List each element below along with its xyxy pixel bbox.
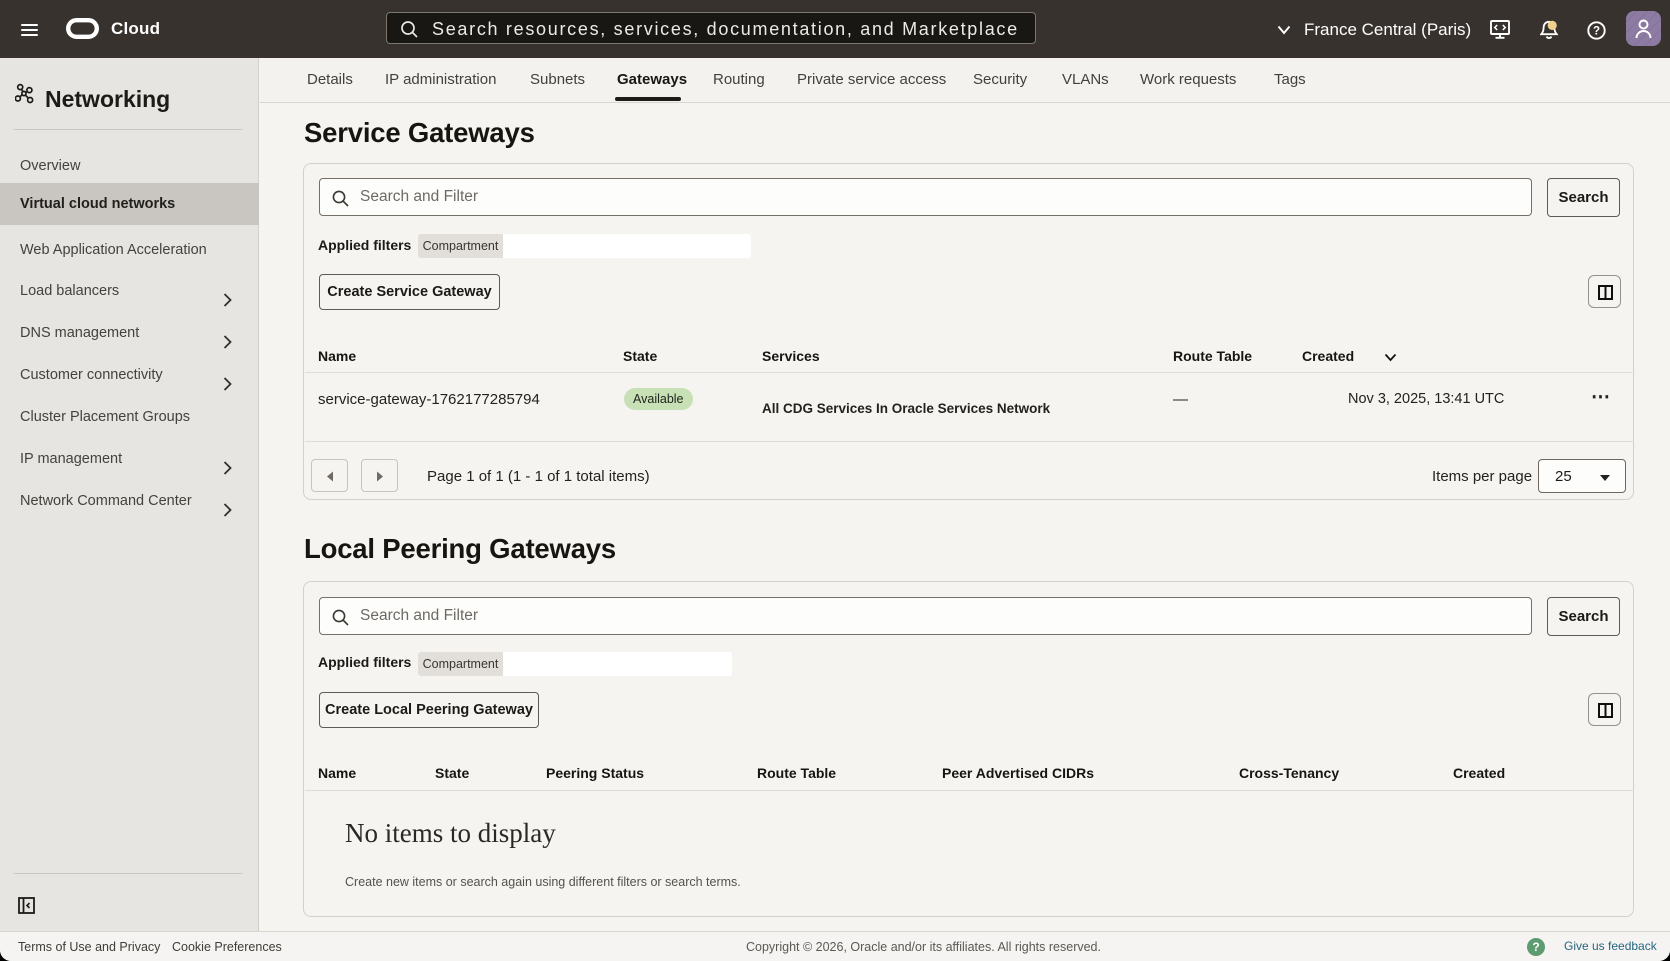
svg-text:?: ? bbox=[1593, 26, 1600, 38]
